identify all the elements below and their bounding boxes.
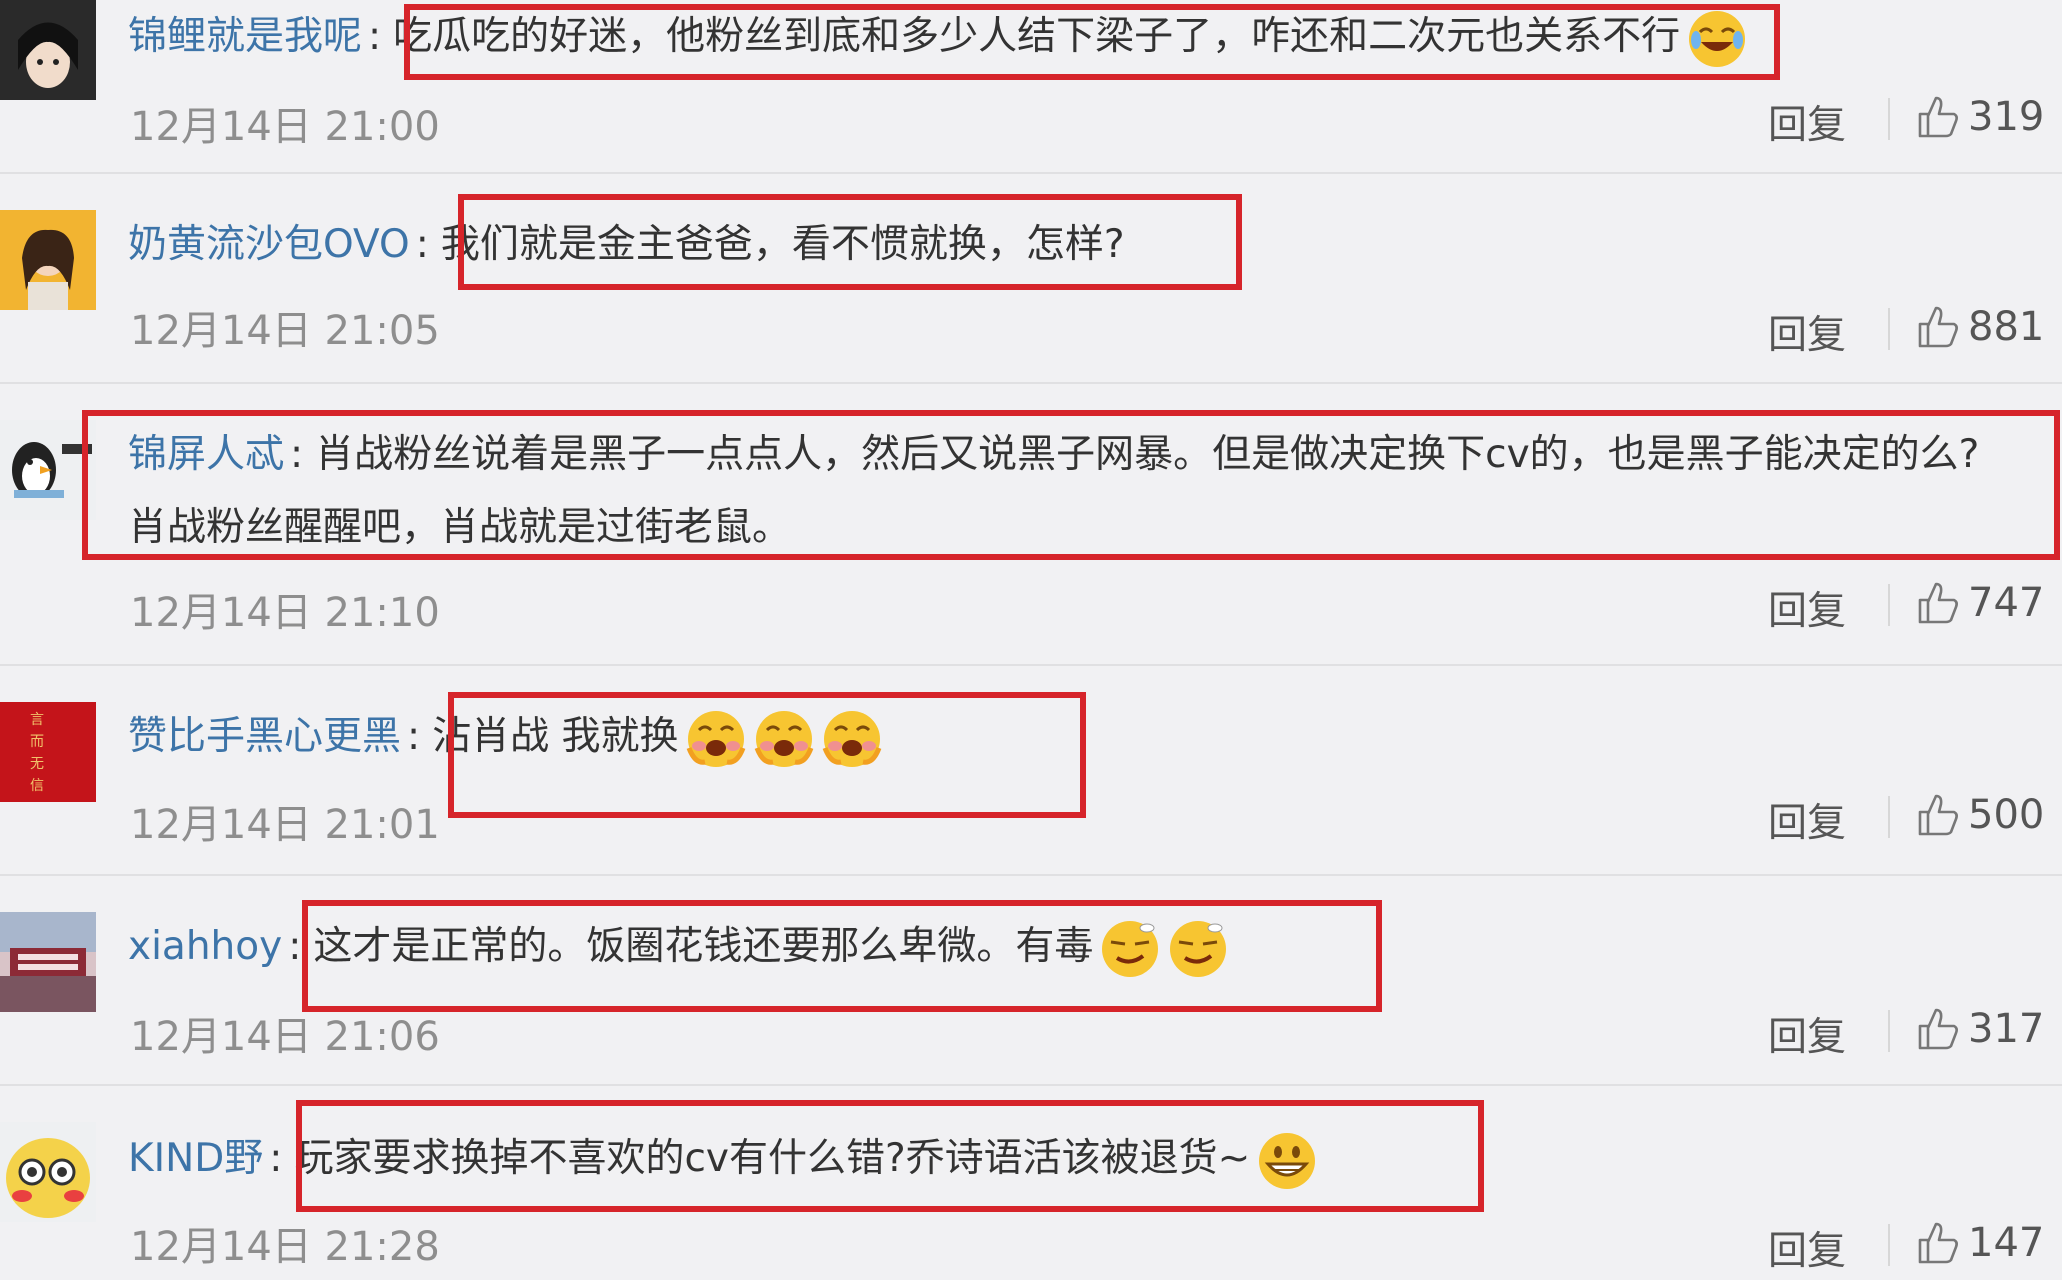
divider: [1888, 1224, 1890, 1266]
like-count: 747: [1968, 580, 2045, 626]
divider: [1888, 796, 1890, 838]
like-count: 319: [1968, 94, 2045, 140]
divider: [1888, 584, 1890, 626]
like-button[interactable]: 319: [1916, 94, 2044, 140]
like-count: 317: [1968, 1006, 2045, 1052]
colon: :: [368, 14, 382, 59]
colon: :: [269, 1136, 283, 1181]
like-count: 881: [1968, 304, 2045, 350]
username-link[interactable]: 锦鲤就是我呢: [128, 14, 362, 59]
divider: [1888, 308, 1890, 350]
reply-button[interactable]: 回复: [1768, 580, 1846, 636]
reply-button[interactable]: 回复: [1768, 304, 1846, 360]
svg-text:而: 而: [30, 734, 44, 750]
username-link[interactable]: xiahhoy: [128, 924, 282, 969]
username-link[interactable]: 赞比手黑心更黑: [128, 714, 401, 759]
highlight-box: [404, 4, 1780, 80]
svg-text:信: 信: [30, 778, 44, 794]
thumbs-up-icon: [1916, 1006, 1960, 1052]
comment-list: 锦鲤就是我呢: 吃瓜吃的好迷，他粉丝到底和多少人结下梁子了，咋还和二次元也关系不行…: [0, 0, 2062, 1280]
thumbs-up-icon: [1916, 1220, 1960, 1266]
thumbs-up-icon: [1916, 580, 1960, 626]
reply-button[interactable]: 回复: [1768, 94, 1846, 150]
comment-time: 12月14日 21:05: [130, 308, 440, 354]
thumbs-up-icon: [1916, 792, 1960, 838]
avatar[interactable]: [0, 1122, 96, 1222]
like-button[interactable]: 500: [1916, 792, 2044, 838]
comment-time: 12月14日 21:28: [130, 1224, 440, 1270]
highlight-box: [448, 692, 1086, 818]
like-button[interactable]: 317: [1916, 1006, 2044, 1052]
reply-button[interactable]: 回复: [1768, 1220, 1846, 1276]
highlight-box: [302, 900, 1382, 1012]
highlight-box: [296, 1100, 1484, 1212]
like-count: 147: [1968, 1220, 2045, 1266]
svg-text:言: 言: [30, 712, 44, 728]
comment-time: 12月14日 21:10: [130, 590, 440, 636]
colon: :: [415, 222, 429, 267]
avatar[interactable]: 言而无信: [0, 702, 96, 802]
svg-text:无: 无: [30, 756, 44, 772]
avatar[interactable]: [0, 210, 96, 310]
divider: [1888, 1010, 1890, 1052]
avatar[interactable]: [0, 912, 96, 1012]
username-link[interactable]: KIND野: [128, 1136, 263, 1181]
colon: :: [407, 714, 421, 759]
like-count: 500: [1968, 792, 2045, 838]
colon: :: [288, 924, 302, 969]
highlight-box: [458, 194, 1242, 290]
avatar[interactable]: [0, 0, 96, 100]
reply-button[interactable]: 回复: [1768, 792, 1846, 848]
comment-time: 12月14日 21:01: [130, 802, 440, 848]
username-link[interactable]: 奶黄流沙包OVO: [128, 222, 410, 267]
like-button[interactable]: 881: [1916, 304, 2044, 350]
reply-button[interactable]: 回复: [1768, 1006, 1846, 1062]
comment-time: 12月14日 21:06: [130, 1014, 440, 1060]
thumbs-up-icon: [1916, 94, 1960, 140]
divider: [1888, 98, 1890, 140]
thumbs-up-icon: [1916, 304, 1960, 350]
highlight-box: [82, 410, 2060, 560]
like-button[interactable]: 747: [1916, 580, 2044, 626]
like-button[interactable]: 147: [1916, 1220, 2044, 1266]
comment-time: 12月14日 21:00: [130, 104, 440, 150]
